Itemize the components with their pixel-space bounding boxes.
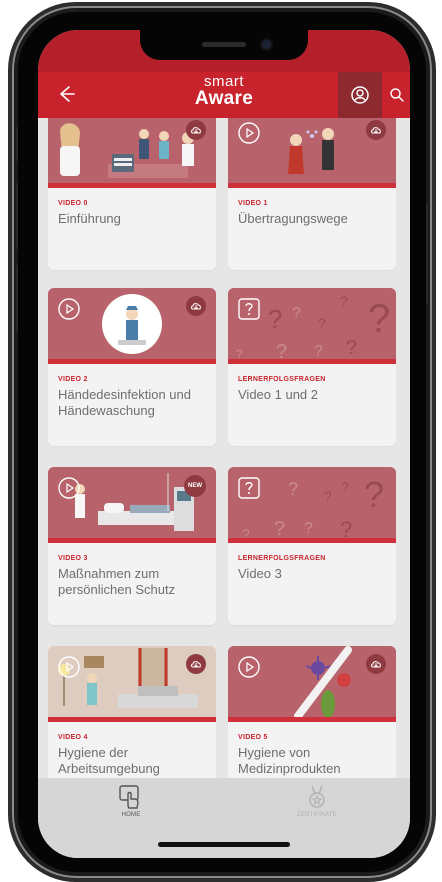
app-logo: smart Aware	[174, 74, 274, 108]
play-icon[interactable]	[58, 656, 80, 678]
course-card-video-5[interactable]: VIDEO 5 Hygiene von Medizinprodukten	[228, 646, 396, 778]
logo-small-text: smart	[204, 73, 244, 90]
card-title: Händedesinfektion und Händewaschung	[58, 387, 191, 418]
cloud-download-icon[interactable]	[186, 120, 206, 140]
camera	[262, 40, 271, 49]
svg-text:?: ?	[340, 293, 348, 309]
card-kicker: VIDEO 5	[238, 734, 268, 741]
card-kicker: VIDEO 3	[58, 555, 88, 562]
svg-text:?: ?	[324, 488, 332, 504]
svg-text:?: ?	[346, 337, 357, 359]
question-icon[interactable]	[238, 298, 260, 320]
card-title: Maßnahmen zum persönlichen Schutz	[58, 566, 176, 597]
card-kicker: VIDEO 2	[58, 376, 88, 383]
card-title: Übertragungswege	[238, 211, 348, 226]
course-card-quiz-3[interactable]: ? ? ? ? ? ? ? ? LERNERFOLGSFRAGEN Video …	[228, 467, 396, 625]
logo-big-text: Aware	[194, 88, 254, 109]
app-header: smart Aware	[38, 72, 410, 118]
card-thumbnail: ? ? ? ? ? ? ? ? ?	[228, 288, 396, 364]
home-indicator	[158, 842, 290, 847]
cloud-download-icon[interactable]	[186, 296, 206, 316]
course-card-video-0[interactable]: VIDEO 0 Einführung	[48, 118, 216, 270]
svg-text:?: ?	[268, 304, 282, 334]
svg-text:?: ?	[288, 479, 298, 499]
notch	[140, 30, 308, 60]
tab-home-label: HOME	[121, 812, 141, 818]
arrow-left-icon	[60, 86, 75, 102]
svg-text:?: ?	[274, 518, 285, 540]
medal-icon	[309, 785, 325, 808]
progress-track	[48, 538, 216, 543]
play-icon[interactable]	[58, 477, 80, 499]
svg-text:?: ?	[314, 343, 323, 360]
card-title: Einführung	[58, 211, 121, 226]
card-kicker: LERNERFOLGSFRAGEN	[238, 376, 326, 383]
play-icon[interactable]	[58, 298, 80, 320]
tab-home[interactable]: HOME	[38, 784, 224, 830]
card-kicker: VIDEO 4	[58, 734, 88, 741]
new-badge: NEW	[184, 475, 206, 497]
progress-track	[228, 538, 396, 543]
course-grid: VIDEO 0 Einführung VIDEO 1 Übertragungsw…	[38, 118, 410, 778]
course-card-video-3[interactable]: NEW VIDEO 3 Maßnahmen zum persönlichen S…	[48, 467, 216, 625]
course-card-video-2[interactable]: VIDEO 2 Händedesinfektion und Händewasch…	[48, 288, 216, 446]
card-thumbnail	[48, 118, 216, 188]
play-icon[interactable]	[238, 122, 260, 144]
speaker	[202, 42, 246, 47]
card-thumbnail	[228, 118, 396, 188]
hand-tap-icon	[119, 785, 139, 809]
course-card-video-1[interactable]: VIDEO 1 Übertragungswege	[228, 118, 396, 270]
progress-track	[228, 183, 396, 188]
progress-track	[48, 183, 216, 188]
svg-text:?: ?	[368, 297, 390, 341]
back-button[interactable]	[52, 80, 80, 108]
question-icon[interactable]	[238, 477, 260, 499]
card-kicker: VIDEO 1	[238, 200, 268, 207]
card-thumbnail	[228, 646, 396, 722]
card-kicker: LERNERFOLGSFRAGEN	[238, 555, 326, 562]
course-card-video-4[interactable]: VIDEO 4 Hygiene der Arbeitsumgebung	[48, 646, 216, 778]
search-button[interactable]	[384, 72, 410, 118]
card-thumbnail: NEW	[48, 467, 216, 543]
card-thumbnail	[48, 288, 216, 364]
profile-button[interactable]	[338, 72, 382, 118]
play-icon[interactable]	[238, 656, 260, 678]
card-title: Video 1 und 2	[238, 387, 318, 402]
progress-track	[228, 717, 396, 722]
progress-track	[228, 359, 396, 364]
card-title: Hygiene der Arbeitsumgebung	[58, 745, 160, 776]
tab-zertifikate-label: ZERTIFIKATE	[297, 812, 337, 818]
course-card-quiz-1-2[interactable]: ? ? ? ? ? ? ? ? ? LERNERFOLGSFRAGEN Vide…	[228, 288, 396, 446]
svg-text:?: ?	[318, 315, 326, 331]
card-title: Video 3	[238, 566, 282, 581]
card-kicker: VIDEO 0	[58, 200, 88, 207]
cloud-download-icon[interactable]	[366, 120, 386, 140]
svg-text:?: ?	[342, 480, 349, 494]
search-icon	[390, 88, 404, 102]
progress-track	[48, 717, 216, 722]
user-circle-icon	[351, 86, 369, 104]
card-title: Hygiene von Medizinprodukten	[238, 745, 341, 776]
cloud-download-icon[interactable]	[366, 654, 386, 674]
card-thumbnail	[48, 646, 216, 722]
app-screen: smart Aware VIDEO 0 Einführung VIDEO 1 Ü…	[38, 30, 410, 858]
svg-text:?: ?	[304, 520, 313, 537]
cloud-download-icon[interactable]	[186, 654, 206, 674]
svg-text:?: ?	[364, 474, 384, 515]
card-thumbnail: ? ? ? ? ? ? ? ?	[228, 467, 396, 543]
tab-zertifikate[interactable]: ZERTIFIKATE	[224, 784, 410, 830]
svg-text:?: ?	[292, 305, 301, 322]
progress-track	[48, 359, 216, 364]
